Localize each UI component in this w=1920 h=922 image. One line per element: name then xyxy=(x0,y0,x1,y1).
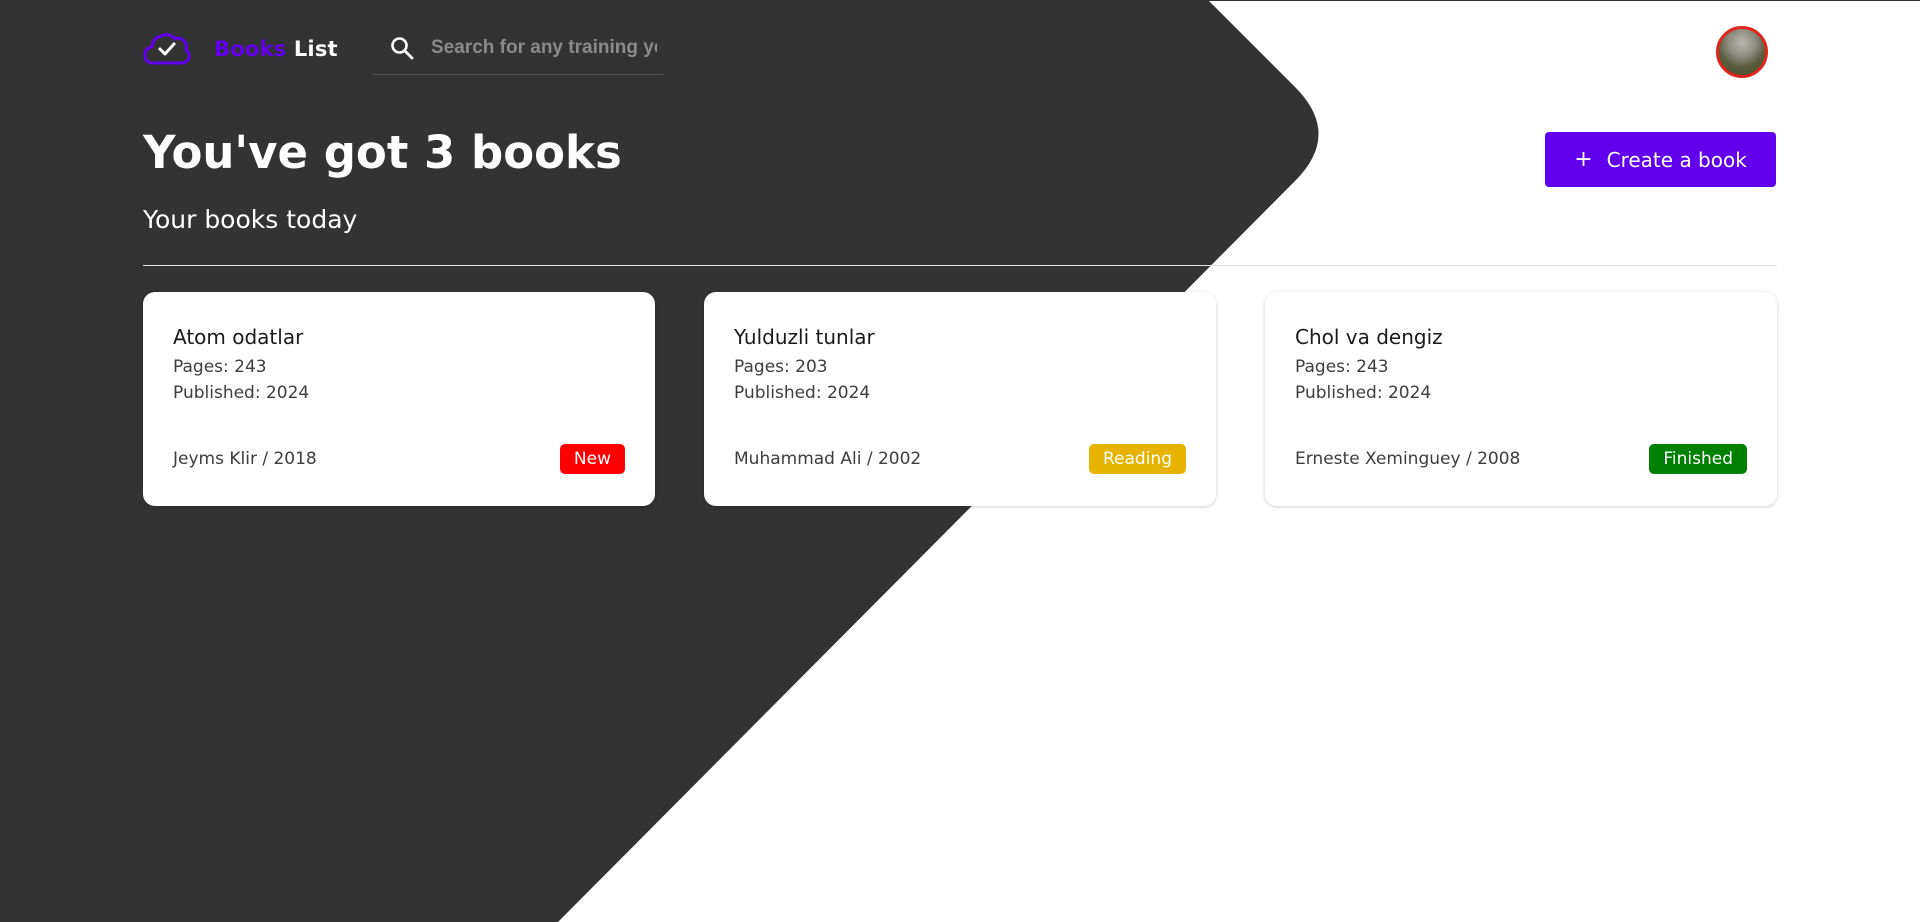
plus-icon: + xyxy=(1574,146,1593,172)
book-card[interactable]: Chol va dengiz Pages: 243 Published: 202… xyxy=(1265,292,1777,506)
status-badge: Reading xyxy=(1088,444,1186,474)
page-subtitle: Your books today xyxy=(143,205,358,234)
create-book-button[interactable]: + Create a book xyxy=(1545,132,1776,187)
status-badge: New xyxy=(559,444,625,474)
logo-word-list: List xyxy=(293,37,338,61)
book-card-footer: Jeyms Klir / 2018 New xyxy=(173,444,625,474)
book-card-footer: Muhammad Ali / 2002 Reading xyxy=(734,444,1186,474)
page: Books List You've got 3 books Your books… xyxy=(0,0,1920,922)
book-published: Published: 2024 xyxy=(734,383,871,403)
search-input[interactable] xyxy=(429,36,659,60)
logo-text: Books List xyxy=(214,37,338,61)
book-title: Yulduzli tunlar xyxy=(734,325,875,349)
header: Books List xyxy=(143,22,1777,82)
divider xyxy=(143,265,1777,266)
top-edge-line xyxy=(1208,0,1920,1)
book-author: Muhammad Ali / 2002 xyxy=(734,449,922,469)
create-book-label: Create a book xyxy=(1606,147,1747,172)
search-bar[interactable] xyxy=(373,22,663,75)
book-pages: Pages: 243 xyxy=(1295,357,1389,377)
book-card[interactable]: Yulduzli tunlar Pages: 203 Published: 20… xyxy=(704,292,1216,506)
status-badge: Finished xyxy=(1649,444,1747,474)
book-published: Published: 2024 xyxy=(1295,383,1432,403)
book-author: Jeyms Klir / 2018 xyxy=(173,449,317,469)
book-pages: Pages: 203 xyxy=(734,357,828,377)
search-icon xyxy=(391,37,414,60)
avatar[interactable] xyxy=(1716,26,1768,78)
book-published: Published: 2024 xyxy=(173,383,310,403)
logo[interactable]: Books List xyxy=(143,30,338,68)
cloud-check-icon xyxy=(143,33,191,65)
book-list: Atom odatlar Pages: 243 Published: 2024 … xyxy=(143,292,1777,506)
book-pages: Pages: 243 xyxy=(173,357,267,377)
book-title: Chol va dengiz xyxy=(1295,325,1443,349)
book-card-footer: Erneste Xeminguey / 2008 Finished xyxy=(1295,444,1747,474)
logo-word-books: Books xyxy=(214,37,287,61)
book-title: Atom odatlar xyxy=(173,325,304,349)
book-card[interactable]: Atom odatlar Pages: 243 Published: 2024 … xyxy=(143,292,655,506)
page-title: You've got 3 books xyxy=(143,126,622,179)
book-author: Erneste Xeminguey / 2008 xyxy=(1295,449,1521,469)
